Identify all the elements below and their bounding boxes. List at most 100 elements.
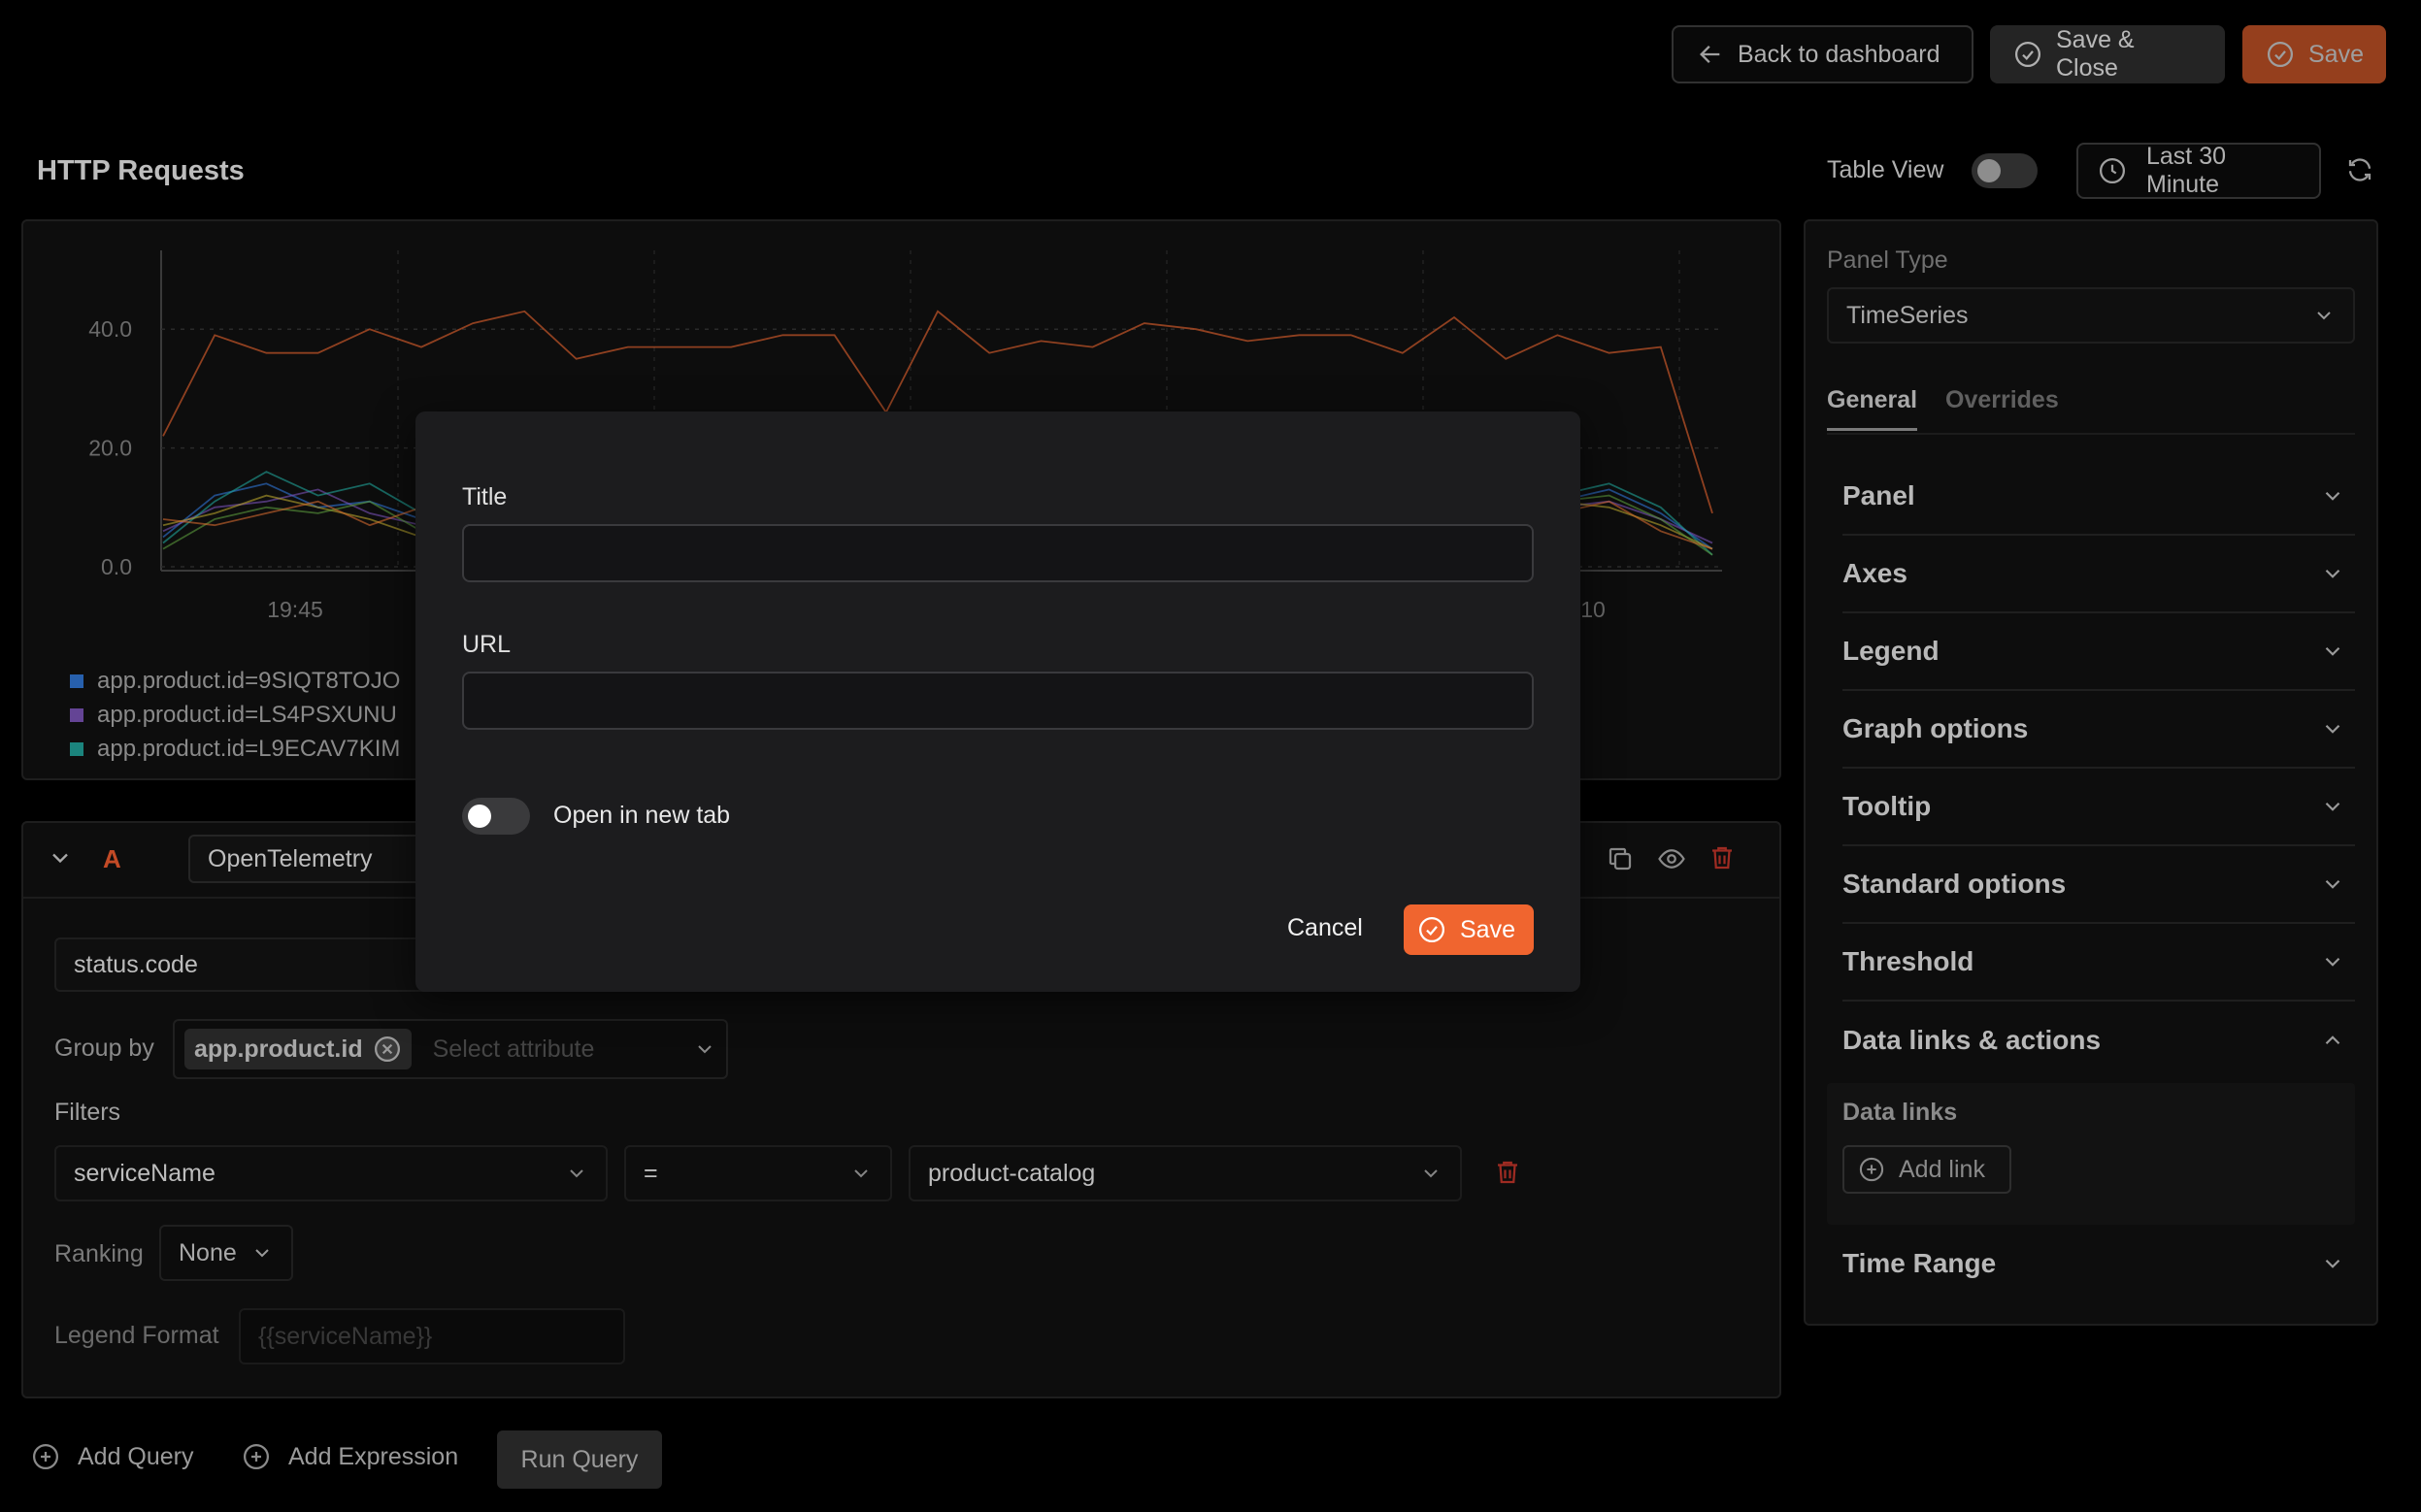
open-new-tab-toggle[interactable] <box>462 798 530 835</box>
run-query-button[interactable]: Run Query <box>497 1430 662 1489</box>
accordion-tooltip[interactable]: Tooltip <box>1842 769 2355 846</box>
modal-url-input[interactable] <box>462 672 1534 730</box>
refresh-icon[interactable] <box>2345 155 2374 184</box>
accordion-data-links-actions[interactable]: Data links & actions <box>1842 1002 2355 1079</box>
time-range-section-label: Time Range <box>1842 1248 1997 1278</box>
group-by-select[interactable]: app.product.id Select attribute <box>173 1019 728 1079</box>
add-expression-button[interactable]: Add Expression <box>242 1442 458 1471</box>
chevron-down-icon <box>693 1037 716 1061</box>
tabs-divider <box>1827 433 2355 435</box>
y-tick-label: 40.0 <box>88 316 132 342</box>
table-view-label: Table View <box>1827 156 1944 183</box>
plus-circle-icon <box>31 1442 60 1471</box>
query-letter: A <box>103 844 121 873</box>
add-link-button[interactable]: Add link <box>1842 1145 2011 1194</box>
add-link-modal: Title URL Open in new tab Cancel Save <box>415 411 1580 992</box>
open-new-tab-label: Open in new tab <box>553 802 731 829</box>
group-by-tag-label: app.product.id <box>194 1035 363 1063</box>
accordion-graph-options[interactable]: Graph options <box>1842 691 2355 769</box>
chevron-down-icon <box>2320 871 2345 897</box>
tab-general[interactable]: General <box>1827 386 1918 431</box>
metric-input[interactable]: status.code <box>54 937 443 992</box>
trash-icon[interactable] <box>1708 843 1737 872</box>
chevron-down-icon <box>250 1241 274 1265</box>
back-label: Back to dashboard <box>1738 40 1940 68</box>
legend-format-placeholder: {{serviceName}} <box>258 1322 433 1350</box>
panel-type-label: Panel Type <box>1827 247 1948 274</box>
time-range-picker[interactable]: Last 30 Minute <box>2076 143 2321 199</box>
save-button[interactable]: Save <box>2242 25 2386 83</box>
chart-legend: app.product.id=9SIQT8TOJO app.product.id=… <box>70 664 400 766</box>
data-source-select[interactable]: OpenTelemetry <box>188 835 421 883</box>
data-links-label: Data links <box>1842 1099 1958 1126</box>
panel-type-select[interactable]: TimeSeries <box>1827 287 2355 344</box>
copy-icon[interactable] <box>1606 844 1635 873</box>
legend-swatch <box>70 707 83 722</box>
save-close-button[interactable]: Save & Close <box>1990 25 2225 83</box>
save-close-label: Save & Close <box>2056 26 2135 82</box>
chevron-down-icon <box>2320 561 2345 586</box>
modal-save-button[interactable]: Save <box>1404 904 1534 955</box>
ranking-value: None <box>179 1238 237 1266</box>
accordion-legend[interactable]: Legend <box>1842 613 2355 691</box>
x-tick-label: 19:45 <box>267 597 323 622</box>
x-tick-label: 10 <box>1580 597 1606 622</box>
chevron-down-icon <box>2320 1251 2345 1276</box>
add-query-label: Add Query <box>78 1442 194 1470</box>
table-view-toggle[interactable] <box>1972 153 2038 188</box>
accordion-standard-options[interactable]: Standard options <box>1842 846 2355 924</box>
filters-label: Filters <box>54 1099 121 1126</box>
legend-label: app.product.id=L9ECAV7KIM <box>97 735 401 762</box>
chevron-down-icon <box>2320 483 2345 509</box>
filter-key-value: serviceName <box>74 1159 216 1187</box>
group-by-tag: app.product.id <box>184 1029 412 1069</box>
check-circle-icon <box>2013 40 2042 69</box>
filter-value-value: product-catalog <box>928 1159 1096 1187</box>
accordion-label: Standard options <box>1842 869 2067 899</box>
add-query-button[interactable]: Add Query <box>31 1442 194 1471</box>
filter-value-select[interactable]: product-catalog <box>909 1145 1462 1201</box>
add-link-label: Add link <box>1899 1155 1985 1183</box>
legend-label: app.product.id=LS4PSXUNU <box>97 701 397 728</box>
filter-key-select[interactable]: serviceName <box>54 1145 608 1201</box>
check-circle-icon <box>1417 915 1446 944</box>
back-to-dashboard-button[interactable]: Back to dashboard <box>1672 25 1973 83</box>
accordion-axes[interactable]: Axes <box>1842 536 2355 613</box>
legend-item[interactable]: app.product.id=LS4PSXUNU <box>70 698 400 732</box>
legend-item[interactable]: app.product.id=9SIQT8TOJO <box>70 664 400 698</box>
collapse-chevron-icon[interactable] <box>47 844 74 871</box>
panel-title: HTTP Requests <box>37 155 245 186</box>
plus-circle-icon <box>1858 1156 1885 1183</box>
filter-operator-select[interactable]: = <box>624 1145 892 1201</box>
y-tick-label: 20.0 <box>88 436 132 461</box>
accordion-label: Data links & actions <box>1842 1025 2102 1055</box>
delete-filter-icon[interactable] <box>1493 1158 1522 1187</box>
tab-general-label: General <box>1827 386 1918 413</box>
eye-icon[interactable] <box>1656 844 1687 873</box>
chevron-down-icon <box>1419 1162 1443 1185</box>
chevron-down-icon <box>2320 949 2345 974</box>
arrow-left-icon <box>1697 41 1724 68</box>
legend-format-label: Legend Format <box>54 1322 219 1349</box>
tab-overrides[interactable]: Overrides <box>1945 386 2059 414</box>
accordion-threshold[interactable]: Threshold <box>1842 924 2355 1002</box>
add-expression-label: Add Expression <box>288 1442 459 1470</box>
y-tick-label: 0.0 <box>101 554 132 579</box>
chevron-down-icon <box>2320 639 2345 664</box>
time-range-section[interactable]: Time Range <box>1842 1225 2355 1302</box>
accordion-panel[interactable]: Panel <box>1842 458 2355 536</box>
select-attribute-placeholder: Select attribute <box>432 1035 595 1063</box>
legend-item[interactable]: app.product.id=L9ECAV7KIM <box>70 732 400 766</box>
filter-operator-value: = <box>644 1159 658 1187</box>
chevron-down-icon <box>849 1162 873 1185</box>
modal-cancel-button[interactable]: Cancel <box>1287 914 1363 942</box>
modal-url-label: URL <box>462 631 512 658</box>
legend-format-input[interactable]: {{serviceName}} <box>239 1308 625 1364</box>
time-range-label: Last 30 Minute <box>2146 143 2227 198</box>
ranking-select[interactable]: None <box>159 1225 293 1281</box>
legend-swatch <box>70 674 83 688</box>
modal-title-input[interactable] <box>462 524 1534 582</box>
accordion-label: Threshold <box>1842 946 1974 976</box>
remove-tag-icon[interactable] <box>373 1035 402 1064</box>
check-circle-icon <box>2266 40 2295 69</box>
